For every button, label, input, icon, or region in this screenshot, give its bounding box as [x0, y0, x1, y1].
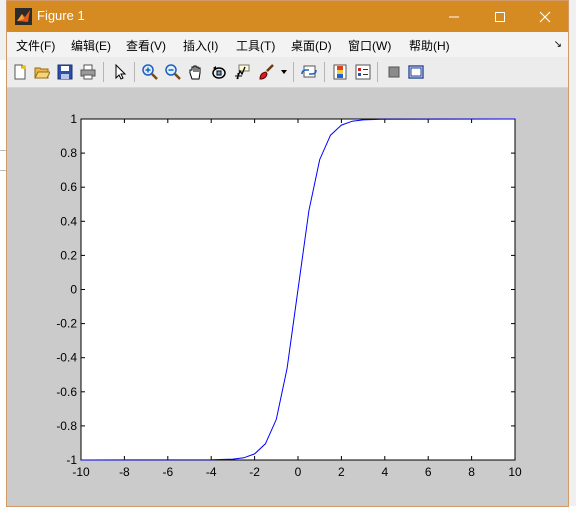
save-icon: [57, 64, 73, 80]
close-button[interactable]: [522, 1, 568, 32]
y-tick-label: 1: [70, 112, 77, 126]
select-button[interactable]: [110, 62, 130, 82]
x-tick-label: 4: [381, 465, 388, 479]
x-tick-label: 0: [295, 465, 302, 479]
print-button[interactable]: [78, 62, 98, 82]
menu-window[interactable]: 窗口(W): [348, 37, 391, 54]
menu-view[interactable]: 查看(V): [126, 37, 166, 54]
print-icon: [80, 64, 96, 80]
maximize-button[interactable]: [477, 1, 523, 32]
zoom-in-button[interactable]: [140, 62, 160, 82]
open-icon: [34, 67, 50, 79]
minimize-icon: [449, 16, 459, 17]
data-cursor-icon: [235, 64, 250, 80]
x-tick-label: 6: [425, 465, 432, 479]
save-button[interactable]: [55, 62, 75, 82]
new-figure-button[interactable]: [10, 62, 30, 82]
y-tick-label: -0.4: [56, 351, 77, 365]
y-tick-label: 0.4: [60, 214, 77, 228]
menu-insert[interactable]: 插入(I): [183, 37, 218, 54]
toolbar-separator: [324, 62, 325, 82]
select-arrow-icon: [115, 64, 127, 80]
line-chart[interactable]: -10 -8 -6 -4 -2 0 2 4 6 8 10 1 0.8 0.6 0.4 0.2 0 -0.2 -0.…: [7, 87, 568, 506]
x-tick-label: 8: [468, 465, 475, 479]
brush-button[interactable]: [256, 62, 276, 82]
y-tick-label: -0.6: [56, 385, 77, 399]
pan-hand-icon: [189, 65, 201, 80]
zoom-in-icon: [142, 64, 158, 80]
title-bar[interactable]: Figure 1: [7, 1, 568, 32]
data-cursor-button[interactable]: [232, 62, 252, 82]
minimize-button[interactable]: [431, 1, 477, 32]
pan-button[interactable]: [186, 62, 206, 82]
close-icon: [539, 11, 551, 22]
menu-tools[interactable]: 工具(T): [236, 37, 275, 54]
y-tick-label: -1: [66, 453, 77, 467]
brush-dropdown-button[interactable]: [279, 62, 289, 82]
y-tick-label: 0.8: [60, 146, 77, 160]
menu-dock-arrow-icon[interactable]: ↘: [554, 39, 562, 50]
matlab-logo-icon: [15, 8, 32, 25]
background-window-bottom: [0, 506, 576, 514]
toolbar-separator: [293, 62, 294, 82]
y-tick-label: -0.8: [56, 419, 77, 433]
hide-plot-tools-button[interactable]: [384, 62, 404, 82]
show-plot-tools-button[interactable]: [406, 62, 426, 82]
window-title: Figure 1: [37, 8, 85, 23]
new-figure-icon: [14, 64, 26, 80]
menu-file[interactable]: 文件(F): [16, 37, 55, 54]
zoom-out-icon: [165, 64, 181, 80]
rotate-3d-button[interactable]: [209, 62, 229, 82]
plot-area: -10 -8 -6 -4 -2 0 2 4 6 8 10 1 0.8 0.6 0.4 0.2 0 -0.2 -0.…: [7, 87, 568, 506]
x-tick-label: -10: [72, 465, 90, 479]
zoom-out-button[interactable]: [163, 62, 183, 82]
rotate-3d-icon: [212, 66, 226, 79]
figure-toolbar: [7, 57, 568, 88]
x-tick-label: -8: [119, 465, 130, 479]
toolbar-separator: [103, 62, 104, 82]
legend-icon: [355, 64, 371, 80]
x-tick-label: -4: [206, 465, 217, 479]
menu-desktop[interactable]: 桌面(D): [291, 37, 332, 54]
menu-help[interactable]: 帮助(H): [409, 37, 450, 54]
show-tools-icon: [408, 65, 424, 79]
dropdown-icon: [281, 70, 287, 74]
x-tick-label: -2: [249, 465, 260, 479]
y-tick-label: -0.2: [56, 317, 77, 331]
insert-colorbar-button[interactable]: [330, 62, 350, 82]
link-plot-button[interactable]: [299, 62, 319, 82]
menu-bar: 文件(F) 编辑(E) 查看(V) 插入(I) 工具(T) 桌面(D) 窗口(W…: [7, 32, 568, 57]
link-icon: [301, 65, 317, 78]
open-file-button[interactable]: [32, 62, 52, 82]
y-tick-label: 0: [70, 283, 77, 297]
y-tick-label: 0.2: [60, 248, 77, 262]
brush-icon: [259, 64, 274, 80]
maximize-icon: [495, 11, 505, 22]
y-tick-label: 0.6: [60, 180, 77, 194]
toolbar-separator: [134, 62, 135, 82]
x-tick-label: 2: [338, 465, 345, 479]
x-tick-label: 10: [508, 465, 522, 479]
menu-edit[interactable]: 编辑(E): [71, 37, 111, 54]
toolbar-separator: [377, 62, 378, 82]
hide-tools-icon: [388, 66, 400, 78]
insert-legend-button[interactable]: [353, 62, 373, 82]
colorbar-icon: [333, 64, 347, 80]
x-tick-label: -6: [162, 465, 173, 479]
figure-window: Figure 1 文件(F) 编辑(E) 查看(V) 插入(I) 工具(T) 桌…: [6, 0, 569, 507]
